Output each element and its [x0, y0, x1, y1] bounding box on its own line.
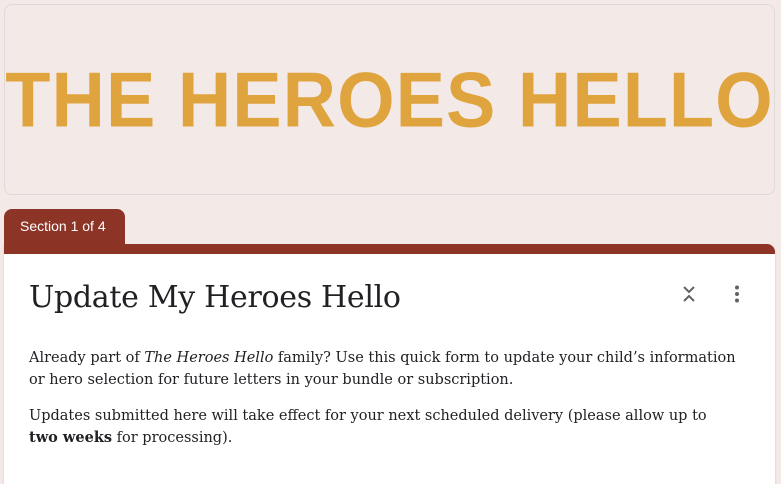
collapse-icon — [683, 286, 695, 302]
brand-name-italic: The Heroes Hello — [144, 350, 274, 366]
header-banner: THE HEROES HELLO — [4, 4, 775, 195]
form-description-intro: Already part of The Heroes Hello family?… — [29, 347, 739, 391]
timing-duration-bold: two weeks — [29, 429, 113, 446]
more-options-button[interactable] — [725, 282, 749, 306]
timing-text-end: for processing). — [112, 430, 233, 446]
collapse-section-button[interactable] — [677, 282, 701, 306]
form-description-timing: Updates submitted here will take effect … — [29, 405, 739, 449]
form-section-card: Update My Heroes Hello Already part of T… — [4, 244, 775, 484]
banner-title: THE HEROES HELLO — [5, 55, 774, 144]
form-title: Update My Heroes Hello — [29, 280, 401, 315]
timing-text-start: Updates submitted here will take effect … — [29, 408, 707, 424]
intro-text-start: Already part of — [29, 350, 145, 366]
section-indicator: Section 1 of 4 — [4, 209, 125, 249]
more-vert-icon — [735, 285, 739, 303]
